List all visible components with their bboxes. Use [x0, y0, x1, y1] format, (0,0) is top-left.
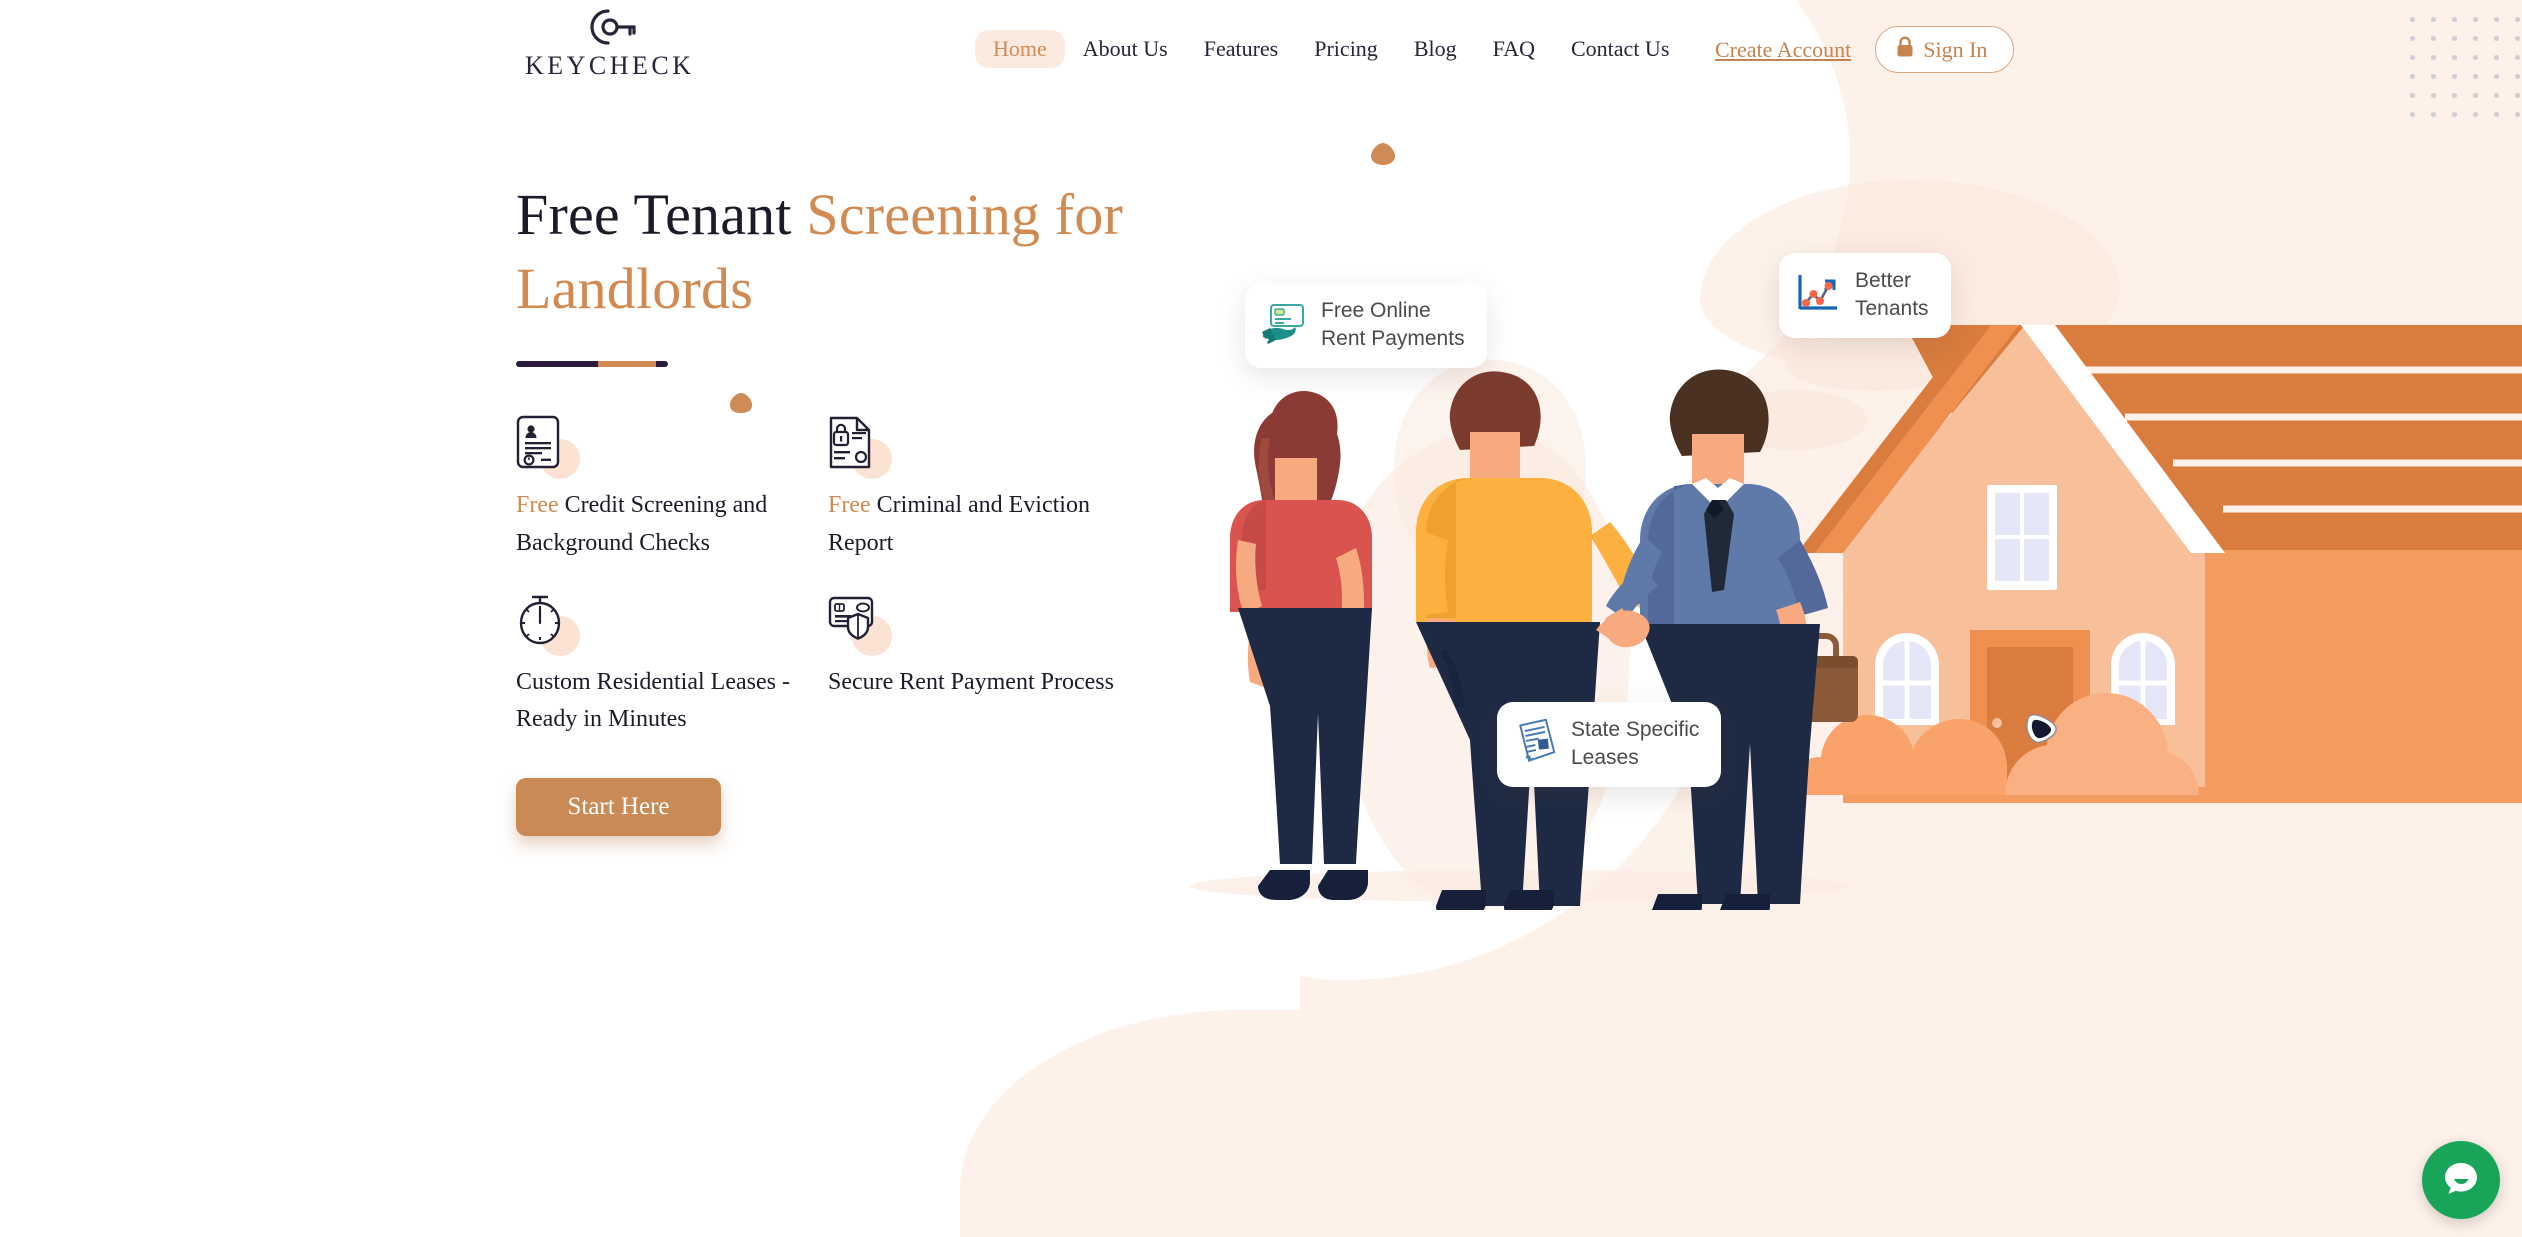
card-shield-icon [828, 592, 892, 656]
nav-item-faq[interactable]: FAQ [1475, 30, 1553, 68]
feature-item: Secure Rent Payment Process [828, 592, 1118, 738]
main-navigation: Home About Us Features Pricing Blog FAQ … [975, 30, 1687, 68]
sign-in-label: Sign In [1923, 36, 1988, 62]
lock-icon [1896, 36, 1914, 63]
headline-divider [516, 361, 668, 368]
floating-card-label: Better Tenants [1855, 269, 1929, 321]
growth-chart-icon [1795, 272, 1841, 319]
sign-in-button[interactable]: Sign In [1875, 26, 2015, 73]
chat-widget-button[interactable] [2422, 1141, 2500, 1219]
mouse-cursor [2024, 712, 2060, 751]
auth-actions: Create Account Sign In [1715, 26, 2015, 73]
locked-document-icon [828, 415, 892, 480]
feature-list: Free Credit Screening and Background Che… [516, 415, 1136, 738]
key-icon [582, 4, 638, 55]
lease-document-icon [1513, 718, 1557, 770]
hand-card-icon [1261, 302, 1307, 349]
logo-wordmark: KEYCHECK [525, 51, 695, 80]
feature-label: Secure Rent Payment Process [828, 664, 1118, 701]
pebble-decoration-top [1365, 136, 1401, 175]
logo[interactable]: KEYCHECK [525, 4, 695, 81]
floating-card-label: State Specific Leases [1571, 718, 1700, 770]
hero-content: Free Tenant Screening for Landlords Free… [516, 178, 1136, 837]
floating-card-rent-payments[interactable]: Free Online Rent Payments [1245, 283, 1487, 368]
feature-text: Custom Residential Leases - Ready in Min… [516, 668, 790, 732]
floating-card-better-tenants[interactable]: Better Tenants [1779, 253, 1951, 338]
person-woman [1230, 390, 1372, 900]
feature-label: Custom Residential Leases - Ready in Min… [516, 664, 806, 738]
people-illustration [1190, 360, 1858, 910]
feature-item: Custom Residential Leases - Ready in Min… [516, 592, 806, 738]
nav-item-features[interactable]: Features [1186, 30, 1297, 68]
pebble-decoration-left [724, 386, 758, 423]
floating-card-label: Free Online Rent Payments [1321, 299, 1465, 351]
feature-free-badge: Free [516, 492, 559, 519]
id-document-icon [516, 415, 580, 480]
chat-bubble-icon [2441, 1158, 2481, 1203]
feature-label: Free Credit Screening and Background Che… [516, 487, 806, 561]
nav-item-blog[interactable]: Blog [1396, 30, 1475, 68]
create-account-link[interactable]: Create Account [1715, 37, 1851, 63]
feature-free-badge: Free [828, 492, 871, 519]
nav-item-pricing[interactable]: Pricing [1296, 30, 1396, 68]
page-title: Free Tenant Screening for Landlords [516, 178, 1136, 325]
feature-item: Free Criminal and Eviction Report [828, 415, 1118, 561]
nav-item-about-us[interactable]: About Us [1065, 30, 1186, 68]
site-header: KEYCHECK Home About Us Features Pricing … [0, 0, 2522, 105]
floating-card-state-leases[interactable]: State Specific Leases [1497, 702, 1722, 787]
nav-item-contact-us[interactable]: Contact Us [1553, 30, 1687, 68]
hero-illustration: Free Online Rent Payments Better Tenants [1180, 130, 2522, 1130]
stopwatch-icon [516, 592, 580, 656]
feature-item: Free Credit Screening and Background Che… [516, 415, 806, 561]
start-here-button[interactable]: Start Here [516, 778, 721, 837]
feature-label: Free Criminal and Eviction Report [828, 487, 1118, 561]
headline-part-dark: Free Tenant [516, 182, 807, 247]
nav-item-home[interactable]: Home [975, 30, 1065, 68]
feature-text: Secure Rent Payment Process [828, 668, 1114, 695]
